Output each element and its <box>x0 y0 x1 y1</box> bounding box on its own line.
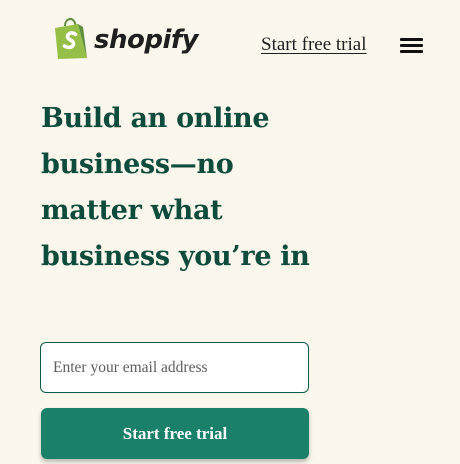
shopify-bag-icon <box>55 18 87 59</box>
site-header: shopify Start free trial <box>0 0 460 90</box>
email-input[interactable] <box>40 342 309 393</box>
menu-bar <box>400 38 423 41</box>
hero-headline: Build an online business—no matter what … <box>41 103 310 272</box>
menu-bar <box>400 50 423 53</box>
hamburger-menu-icon[interactable] <box>400 37 423 55</box>
menu-bar <box>400 44 423 47</box>
start-free-trial-button[interactable]: Start free trial <box>41 408 309 459</box>
start-free-trial-link[interactable]: Start free trial <box>261 34 367 56</box>
logo-text: shopify <box>94 25 199 55</box>
shopify-logo[interactable]: shopify <box>52 18 199 60</box>
